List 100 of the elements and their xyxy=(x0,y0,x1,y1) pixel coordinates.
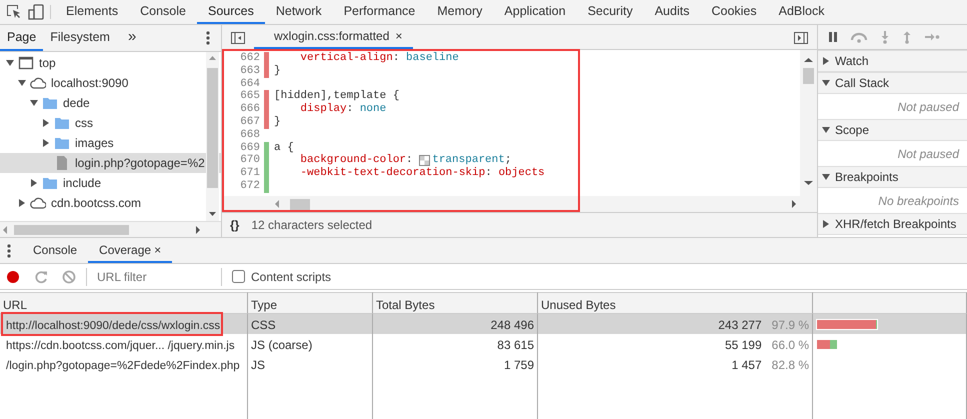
frame-icon xyxy=(18,55,34,71)
navigator-tab[interactable]: Filesystem xyxy=(43,25,117,51)
table-cell[interactable]: /login.php?gotopage=%2Fdede%2Findex.php xyxy=(6,360,240,372)
checkbox-label[interactable]: Content scripts xyxy=(251,268,332,286)
section-header[interactable]: Watch xyxy=(818,50,967,72)
table-cell: JS xyxy=(251,358,266,372)
section-header[interactable]: XHR/fetch Breakpoints xyxy=(818,213,967,235)
line-number: 665 xyxy=(239,90,261,104)
expand-arrow-icon[interactable] xyxy=(42,139,50,147)
collapse-arrow-icon[interactable] xyxy=(6,59,14,67)
tree-item[interactable]: include xyxy=(0,173,221,193)
folder-icon xyxy=(42,175,58,191)
panel-tab[interactable]: Audits xyxy=(644,0,700,24)
code-text: } xyxy=(274,116,281,129)
panel-tab[interactable]: Network xyxy=(264,0,333,24)
table-cell: 55 199 xyxy=(724,338,762,352)
panel-tab[interactable]: Elements xyxy=(55,0,130,24)
table-cell: 1 457 xyxy=(732,358,762,372)
table-cell: CSS xyxy=(251,318,276,332)
folder-icon xyxy=(42,95,58,111)
code-text: -webkit-text-decoration-skip: objects xyxy=(300,167,545,180)
code-text: background-color: xyxy=(300,154,414,167)
table-cell: 66.0 % xyxy=(772,338,809,352)
file-icon xyxy=(54,155,70,171)
close-icon[interactable]: × xyxy=(395,27,402,45)
expand-arrow-icon[interactable] xyxy=(822,220,830,228)
empty-message: Not paused xyxy=(896,98,960,116)
content-scripts-checkbox[interactable] xyxy=(232,270,245,283)
tree-item[interactable]: localhost:9090 xyxy=(0,73,221,93)
drawer-tab[interactable]: Console xyxy=(22,238,88,263)
table-cell: 97.9 % xyxy=(772,318,809,332)
section-header[interactable]: Call Stack xyxy=(818,72,967,94)
format-button[interactable]: {} xyxy=(230,216,240,234)
line-number: 663 xyxy=(239,64,261,78)
column-header[interactable]: Type xyxy=(248,292,373,314)
color-swatch-icon[interactable] xyxy=(419,155,430,166)
toggle-navigator-icon[interactable] xyxy=(230,30,246,46)
cloud-icon xyxy=(30,75,46,91)
section-header[interactable]: Breakpoints xyxy=(818,166,967,188)
collapse-arrow-icon[interactable] xyxy=(822,173,830,181)
tree-item[interactable]: dede xyxy=(0,93,221,113)
line-number: 672 xyxy=(239,180,261,193)
folder-icon xyxy=(54,115,70,131)
table-cell: 82.8 % xyxy=(772,358,809,372)
empty-message: No breakpoints xyxy=(877,192,960,210)
collapse-arrow-icon[interactable] xyxy=(822,126,830,134)
line-number: 667 xyxy=(239,116,261,129)
more-tabs-button[interactable]: » xyxy=(116,25,148,51)
close-icon[interactable]: × xyxy=(154,240,162,258)
table-cell: 1 759 xyxy=(504,358,534,372)
toggle-debugger-icon[interactable] xyxy=(793,30,809,46)
tree-item[interactable]: login.php?gotopage=%2 xyxy=(0,153,221,173)
code-text: [hidden],template { xyxy=(274,90,400,103)
drawer-tab[interactable]: Coverage × xyxy=(88,238,172,263)
collapse-arrow-icon[interactable] xyxy=(30,99,38,107)
panel-tab[interactable]: Application xyxy=(493,0,577,24)
tree-item[interactable]: css xyxy=(0,113,221,133)
record-icon[interactable] xyxy=(6,270,20,284)
code-text: a { xyxy=(274,142,294,154)
tree-item[interactable]: images xyxy=(0,133,221,153)
line-number: 666 xyxy=(239,103,261,116)
line-number: 671 xyxy=(239,167,261,180)
navigator-tab[interactable]: Page xyxy=(0,25,44,51)
line-number: 662 xyxy=(239,52,261,65)
code-text: vertical-align: baseline xyxy=(300,52,459,65)
empty-message: Not paused xyxy=(896,146,960,162)
expand-arrow-icon[interactable] xyxy=(822,57,830,65)
pause-icon[interactable] xyxy=(828,31,838,43)
column-header[interactable]: URL xyxy=(0,292,248,314)
table-cell: JS (coarse) xyxy=(251,338,312,352)
tree-item[interactable]: cdn.bootcss.com xyxy=(0,193,221,213)
url-filter-field[interactable]: URL filter xyxy=(86,268,221,286)
code-text: transparent; xyxy=(432,154,512,167)
cloud-icon xyxy=(30,195,46,211)
expand-arrow-icon[interactable] xyxy=(30,179,38,187)
table-cell: 248 496 xyxy=(490,318,534,332)
collapse-arrow-icon[interactable] xyxy=(822,79,830,87)
code-text: display: none xyxy=(300,103,386,116)
expand-arrow-icon[interactable] xyxy=(18,199,26,207)
panel-tab[interactable]: AdBlock xyxy=(768,0,836,24)
line-number: 664 xyxy=(239,78,261,90)
panel-tab[interactable]: Console xyxy=(129,0,197,24)
column-header[interactable]: Unused Bytes xyxy=(538,292,813,314)
table-cell[interactable]: https://cdn.bootcss.com/jquer... /jquery.min.js xyxy=(6,340,235,352)
panel-tab[interactable]: Memory xyxy=(426,0,494,24)
inspect-icon[interactable] xyxy=(6,4,22,20)
panel-tab[interactable]: Performance xyxy=(332,0,426,24)
panel-tab[interactable]: Security xyxy=(576,0,644,24)
device-toolbar-icon[interactable] xyxy=(28,4,44,20)
status-text: 12 characters selected xyxy=(251,217,372,234)
panel-tab[interactable]: Cookies xyxy=(700,0,768,24)
code-text: } xyxy=(274,64,281,78)
line-number: 668 xyxy=(239,128,261,142)
expand-arrow-icon[interactable] xyxy=(42,119,50,127)
collapse-arrow-icon[interactable] xyxy=(18,79,26,87)
section-header[interactable]: Scope xyxy=(818,119,967,141)
tree-item[interactable]: top xyxy=(0,53,221,73)
folder-icon xyxy=(54,135,70,151)
column-header[interactable]: Total Bytes xyxy=(373,292,538,314)
table-cell: 83 615 xyxy=(497,338,534,352)
